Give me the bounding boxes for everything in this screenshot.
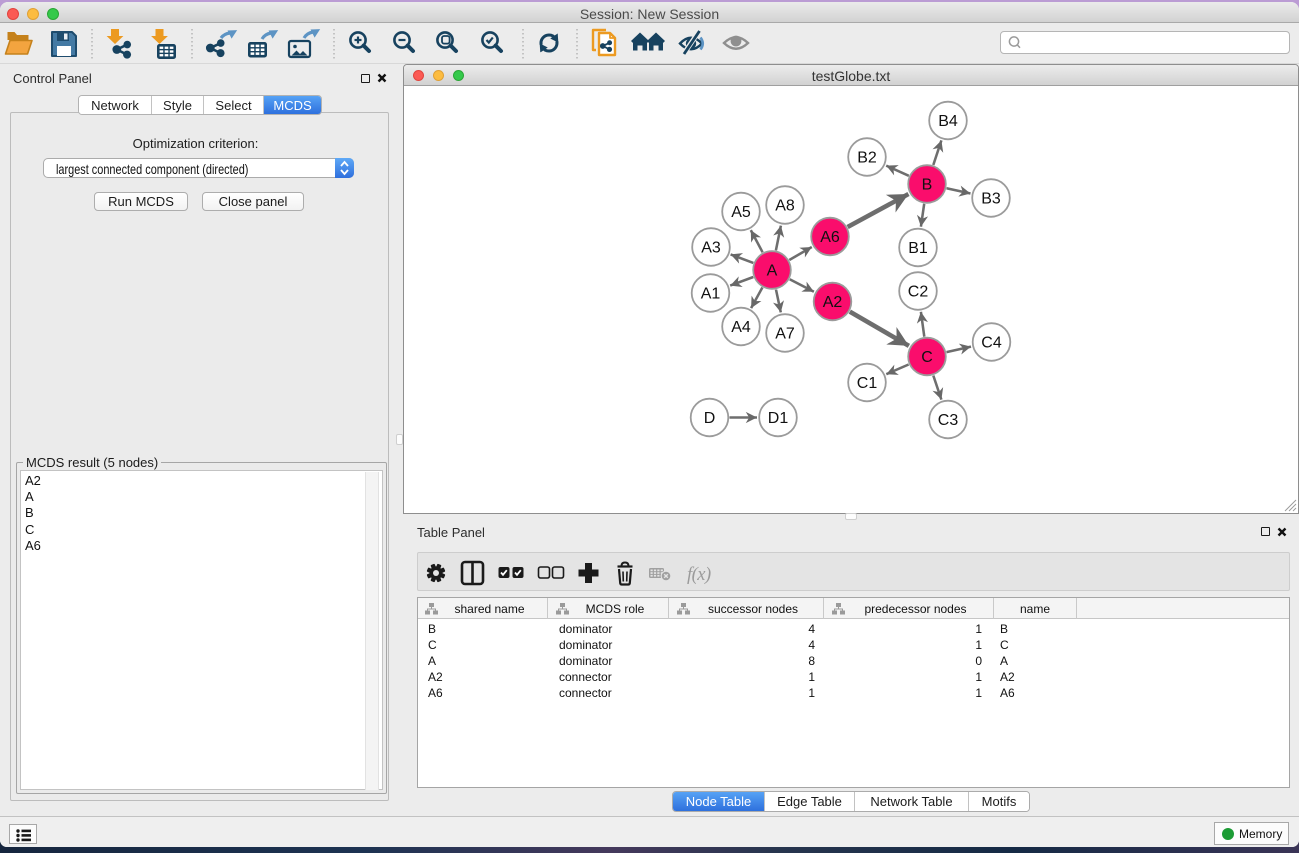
svg-text:A8: A8 [775, 198, 795, 215]
svg-text:B1: B1 [908, 240, 928, 257]
svg-text:A3: A3 [701, 240, 721, 257]
svg-text:B: B [922, 177, 933, 194]
svg-text:A: A [767, 263, 778, 280]
svg-text:A4: A4 [731, 319, 751, 336]
svg-text:C: C [921, 349, 933, 366]
svg-text:A6: A6 [820, 229, 840, 246]
svg-text:A7: A7 [775, 326, 795, 343]
svg-text:A1: A1 [701, 286, 721, 303]
svg-text:A2: A2 [823, 294, 843, 311]
svg-text:f(x): f(x) [687, 565, 711, 585]
svg-text:C4: C4 [981, 335, 1002, 352]
svg-text:C3: C3 [938, 412, 959, 429]
svg-text:B3: B3 [981, 191, 1001, 208]
svg-text:C1: C1 [857, 375, 878, 392]
svg-text:D1: D1 [768, 410, 789, 427]
svg-text:B2: B2 [857, 150, 877, 167]
svg-text:C2: C2 [908, 284, 929, 301]
svg-text:A5: A5 [731, 204, 751, 221]
svg-text:D: D [704, 410, 716, 427]
svg-text:B4: B4 [938, 113, 958, 130]
